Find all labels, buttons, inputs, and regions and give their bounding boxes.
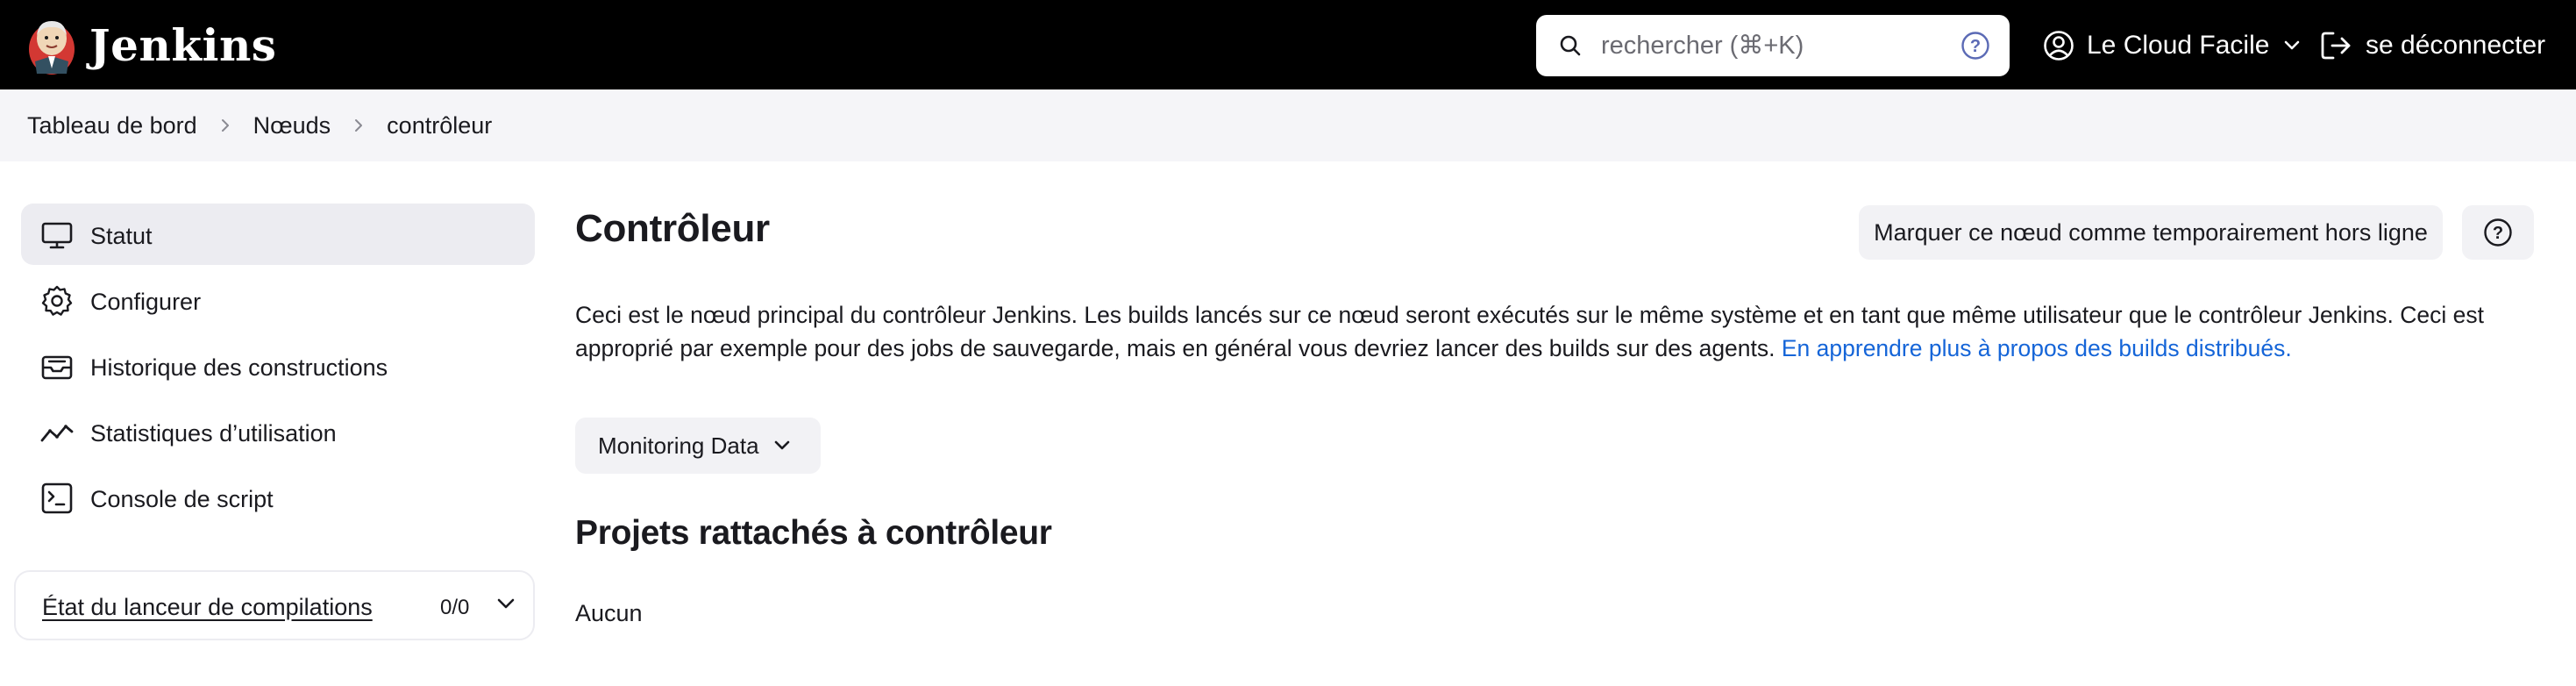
projects-section-title: Projets rattachés à contrôleur bbox=[575, 514, 1052, 552]
search-help-icon[interactable]: ? bbox=[1960, 31, 1990, 61]
breadcrumb: Tableau de bord Nœuds contrôleur bbox=[27, 89, 492, 161]
page-title: Contrôleur bbox=[575, 207, 770, 250]
chevron-down-icon bbox=[773, 439, 791, 452]
chevron-right-icon bbox=[353, 117, 364, 134]
jenkins-home-link[interactable]: Jenkins bbox=[26, 14, 276, 75]
chevron-right-icon bbox=[220, 117, 231, 134]
projects-empty-text: Aucun bbox=[575, 600, 643, 626]
sidebar-item-label: Configurer bbox=[90, 289, 202, 315]
user-name: Le Cloud Facile bbox=[2087, 31, 2270, 60]
chevron-down-icon[interactable] bbox=[496, 597, 516, 611]
logout-link[interactable]: se déconnecter bbox=[2320, 24, 2545, 68]
chevron-down-icon bbox=[2285, 40, 2300, 50]
user-avatar-icon bbox=[2044, 31, 2074, 61]
search-box[interactable]: ? bbox=[1536, 15, 2010, 76]
search-input[interactable] bbox=[1601, 24, 1952, 68]
executor-status-panel: État du lanceur de compilations 0/0 bbox=[14, 570, 535, 640]
logout-label: se déconnecter bbox=[2366, 31, 2546, 60]
mark-offline-button[interactable]: Marquer ce nœud comme temporairement hor… bbox=[1859, 205, 2443, 260]
help-icon: ? bbox=[2484, 218, 2512, 247]
jenkins-logo-icon bbox=[29, 21, 75, 75]
executor-status-link[interactable]: État du lanceur de compilations bbox=[42, 594, 373, 621]
distributed-builds-link[interactable]: En apprendre plus à propos des builds di… bbox=[1782, 335, 2292, 361]
sidebar-item-label: Console de script bbox=[90, 486, 274, 512]
inbox-icon bbox=[41, 355, 73, 380]
top-header: Jenkins ? Le Cloud Facile se déconnecter bbox=[0, 0, 2576, 89]
monitoring-data-dropdown[interactable]: Monitoring Data bbox=[575, 418, 821, 474]
breadcrumb-nodes[interactable]: Nœuds bbox=[253, 112, 331, 139]
sidebar-item-label: Statistiques d’utilisation bbox=[90, 420, 337, 447]
svg-text:?: ? bbox=[1970, 37, 1981, 56]
brand-name: Jenkins bbox=[89, 18, 277, 71]
monitoring-data-label: Monitoring Data bbox=[598, 432, 759, 459]
sidebar-item-script-console[interactable]: Console de script bbox=[21, 467, 535, 528]
search-icon bbox=[1560, 35, 1581, 56]
logout-icon bbox=[2321, 32, 2351, 60]
node-description: Ceci est le nœud principal du contrôleur… bbox=[575, 298, 2530, 365]
gear-icon bbox=[41, 285, 73, 316]
breadcrumb-controller[interactable]: contrôleur bbox=[387, 112, 492, 139]
terminal-icon bbox=[41, 482, 73, 514]
sidebar-item-label: Statut bbox=[90, 223, 153, 249]
sidebar-item-build-history[interactable]: Historique des constructions bbox=[21, 335, 535, 397]
sidebar-item-status[interactable]: Statut bbox=[21, 204, 535, 265]
svg-text:?: ? bbox=[2493, 224, 2503, 243]
sidebar-item-usage-statistics[interactable]: Statistiques d’utilisation bbox=[21, 401, 535, 462]
executor-count: 0/0 bbox=[440, 596, 470, 619]
breadcrumb-dashboard[interactable]: Tableau de bord bbox=[27, 112, 197, 139]
computer-icon bbox=[41, 222, 73, 249]
breadcrumb-bar: Tableau de bord Nœuds contrôleur bbox=[0, 89, 2576, 161]
trend-chart-icon bbox=[40, 425, 74, 442]
user-menu[interactable]: Le Cloud Facile bbox=[2043, 24, 2301, 68]
sidebar-item-label: Historique des constructions bbox=[90, 354, 388, 381]
help-button[interactable]: ? bbox=[2462, 205, 2534, 260]
sidebar-item-configure[interactable]: Configurer bbox=[21, 269, 535, 331]
